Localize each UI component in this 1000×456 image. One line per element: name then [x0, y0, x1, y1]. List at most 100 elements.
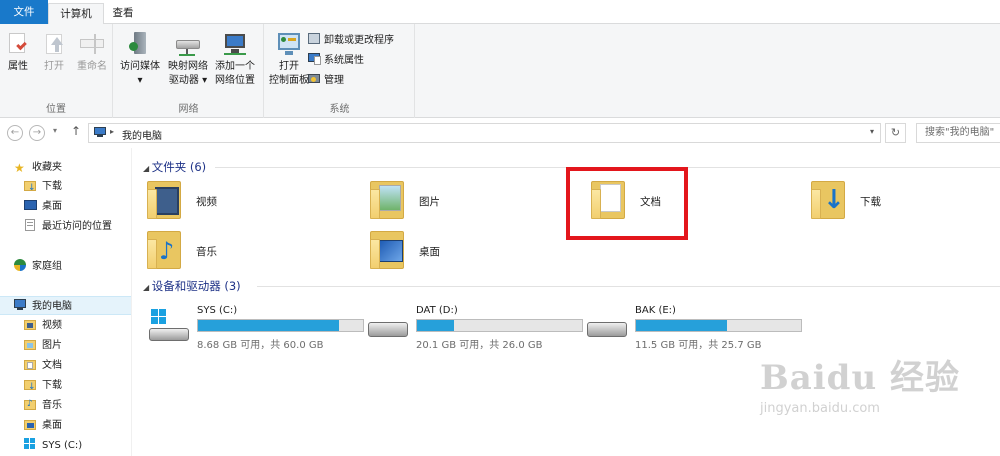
nav-homegroup-label: 家庭组 — [32, 261, 62, 272]
folder-tile-music[interactable]: ♪ 音乐 — [133, 228, 353, 278]
folder-tile-downloads[interactable]: ↓ 下载 — [797, 178, 1000, 228]
add-network-location-button[interactable]: 添加一个 网络位置 — [212, 30, 258, 88]
back-arrow-icon: ← — [10, 127, 20, 138]
nav-pc-sys-drive[interactable]: SYS (C:) — [0, 436, 131, 455]
drives-section-title: 设备和驱动器 (3) — [151, 279, 241, 293]
nav-pc-documents[interactable]: 文档 — [0, 356, 131, 375]
open-label: 打开 — [44, 61, 64, 72]
folder-label: 视频 — [196, 196, 217, 208]
drive-tile-e[interactable]: BAK (E:) 11.5 GB 可用，共 25.7 GB — [587, 305, 802, 351]
access-media-label: 访问媒体 — [120, 61, 160, 72]
desktop-icon — [24, 199, 37, 211]
folder-tile-pictures[interactable]: 图片 — [356, 178, 576, 228]
windows-drive-icon — [24, 438, 37, 450]
control-panel-icon — [275, 30, 303, 58]
drive-usage-fill — [417, 320, 455, 331]
address-bar[interactable]: ▸ 我的电脑 ▾ — [88, 123, 881, 143]
desktop-folder-icon — [24, 418, 37, 430]
drive-tile-c[interactable]: SYS (C:) 8.68 GB 可用，共 60.0 GB — [149, 305, 364, 351]
windows-drive-icon — [149, 309, 191, 347]
rename-label: 重命名 — [77, 61, 107, 72]
downloads-folder-icon: ↓ — [24, 179, 37, 193]
nav-fav-recent-label: 最近访问的位置 — [42, 221, 112, 232]
nav-pc-music[interactable]: ♪ 音乐 — [0, 396, 131, 415]
recent-locations-dropdown[interactable]: ▾ — [53, 126, 57, 135]
uninstall-label: 卸载或更改程序 — [324, 35, 394, 46]
manage-label: 管理 — [324, 75, 344, 86]
group-label-system: 系统 — [329, 104, 350, 115]
forward-button[interactable]: → — [29, 125, 45, 141]
tab-view[interactable]: 查看 — [104, 3, 142, 24]
rename-icon — [78, 30, 106, 58]
pictures-folder-icon — [370, 179, 404, 219]
add-location-label-2: 网络位置 — [215, 75, 255, 86]
collapse-arrow-icon: ◢ — [143, 164, 152, 173]
drive-name: BAK (E:) — [635, 305, 676, 316]
refresh-button[interactable]: ↻ — [885, 123, 906, 143]
properties-button[interactable]: 属性 — [4, 30, 32, 74]
media-server-icon — [126, 30, 154, 58]
uninstall-icon — [307, 32, 321, 45]
drive-name: SYS (C:) — [197, 305, 238, 316]
nav-pc-videos[interactable]: 视频 — [0, 316, 131, 335]
computer-icon — [14, 299, 27, 311]
properties-label: 属性 — [8, 61, 28, 72]
add-location-label-1: 添加一个 — [215, 61, 255, 72]
hard-drive-icon — [587, 309, 629, 347]
manage-button[interactable]: 管理 — [307, 72, 344, 88]
map-drive-label-1: 映射网络 — [168, 61, 208, 72]
breadcrumb-this-pc[interactable]: 我的电脑 — [122, 127, 162, 142]
dropdown-arrow-icon: ▾ — [137, 75, 143, 86]
address-dropdown-icon[interactable]: ▾ — [870, 127, 874, 136]
nav-fav-desktop[interactable]: 桌面 — [0, 197, 131, 216]
downloads-folder-icon: ↓ — [24, 378, 37, 392]
folder-tile-videos[interactable]: 视频 — [133, 178, 353, 228]
nav-favorites[interactable]: ★ 收藏夹 — [0, 158, 131, 177]
drive-free-space: 20.1 GB 可用，共 26.0 GB — [416, 340, 543, 351]
baidu-watermark: Baidu 经验 jingyan.baidu.com — [760, 350, 960, 416]
nav-this-pc-label: 我的电脑 — [32, 301, 72, 312]
homegroup-icon — [14, 259, 27, 271]
open-button[interactable]: 打开 — [40, 30, 68, 74]
rename-button[interactable]: 重命名 — [74, 30, 110, 74]
up-button[interactable]: ↑ — [71, 124, 81, 138]
ribbon-group-network: 访问媒体 ▾ 映射网络 驱动器 ▾ 添加一个 网络位置 网络 — [114, 24, 264, 118]
map-drive-button[interactable]: 映射网络 驱动器 ▾ — [166, 30, 210, 88]
manage-icon — [307, 72, 321, 85]
videos-folder-icon — [147, 179, 181, 219]
folder-label: 音乐 — [196, 246, 217, 258]
pictures-folder-icon — [24, 338, 37, 350]
back-button[interactable]: ← — [7, 125, 23, 141]
nav-pc-sys-label: SYS (C:) — [42, 440, 83, 451]
drive-free-space: 11.5 GB 可用，共 25.7 GB — [635, 340, 762, 351]
nav-pc-desktop[interactable]: 桌面 — [0, 416, 131, 435]
nav-pc-desktop-label: 桌面 — [42, 420, 62, 431]
hard-drive-icon — [368, 309, 410, 347]
breadcrumb-chevron-icon[interactable]: ▸ — [110, 127, 114, 136]
nav-fav-desktop-label: 桌面 — [42, 201, 62, 212]
folder-tile-desktop[interactable]: 桌面 — [356, 228, 576, 278]
forward-arrow-icon: → — [32, 127, 42, 138]
explorer-window: 文件 计算机 查看 属性 打开 重命名 位置 访问媒体 ▾ 映射网络 驱动器 ▾… — [0, 0, 1000, 456]
tab-computer[interactable]: 计算机 — [48, 3, 104, 25]
open-control-panel-button[interactable]: 打开 控制面板 — [267, 30, 311, 88]
nav-pc-downloads[interactable]: ↓ 下载 — [0, 376, 131, 395]
nav-fav-downloads-label: 下载 — [42, 181, 62, 192]
drives-section-header[interactable]: ◢ 设备和驱动器 (3) — [143, 278, 241, 294]
nav-homegroup[interactable]: 家庭组 — [0, 257, 131, 276]
nav-pc-pictures[interactable]: 图片 — [0, 336, 131, 355]
nav-pc-documents-label: 文档 — [42, 360, 62, 371]
nav-this-pc[interactable]: 我的电脑 — [0, 296, 131, 315]
system-properties-button[interactable]: 系统属性 — [307, 52, 364, 68]
uninstall-button[interactable]: 卸载或更改程序 — [307, 32, 394, 48]
nav-fav-downloads[interactable]: ↓ 下载 — [0, 177, 131, 196]
tab-file[interactable]: 文件 — [0, 0, 48, 24]
star-icon: ★ — [14, 161, 25, 175]
drive-tile-d[interactable]: DAT (D:) 20.1 GB 可用，共 26.0 GB — [368, 305, 583, 351]
system-properties-label: 系统属性 — [324, 55, 364, 66]
folders-section-header[interactable]: ◢ 文件夹 (6) — [143, 159, 206, 175]
nav-fav-recent[interactable]: 最近访问的位置 — [0, 217, 131, 236]
ribbon-group-location: 属性 打开 重命名 位置 — [0, 24, 113, 118]
access-media-button[interactable]: 访问媒体 ▾ — [118, 30, 162, 88]
search-input[interactable]: 搜索"我的电脑" — [916, 123, 1000, 143]
